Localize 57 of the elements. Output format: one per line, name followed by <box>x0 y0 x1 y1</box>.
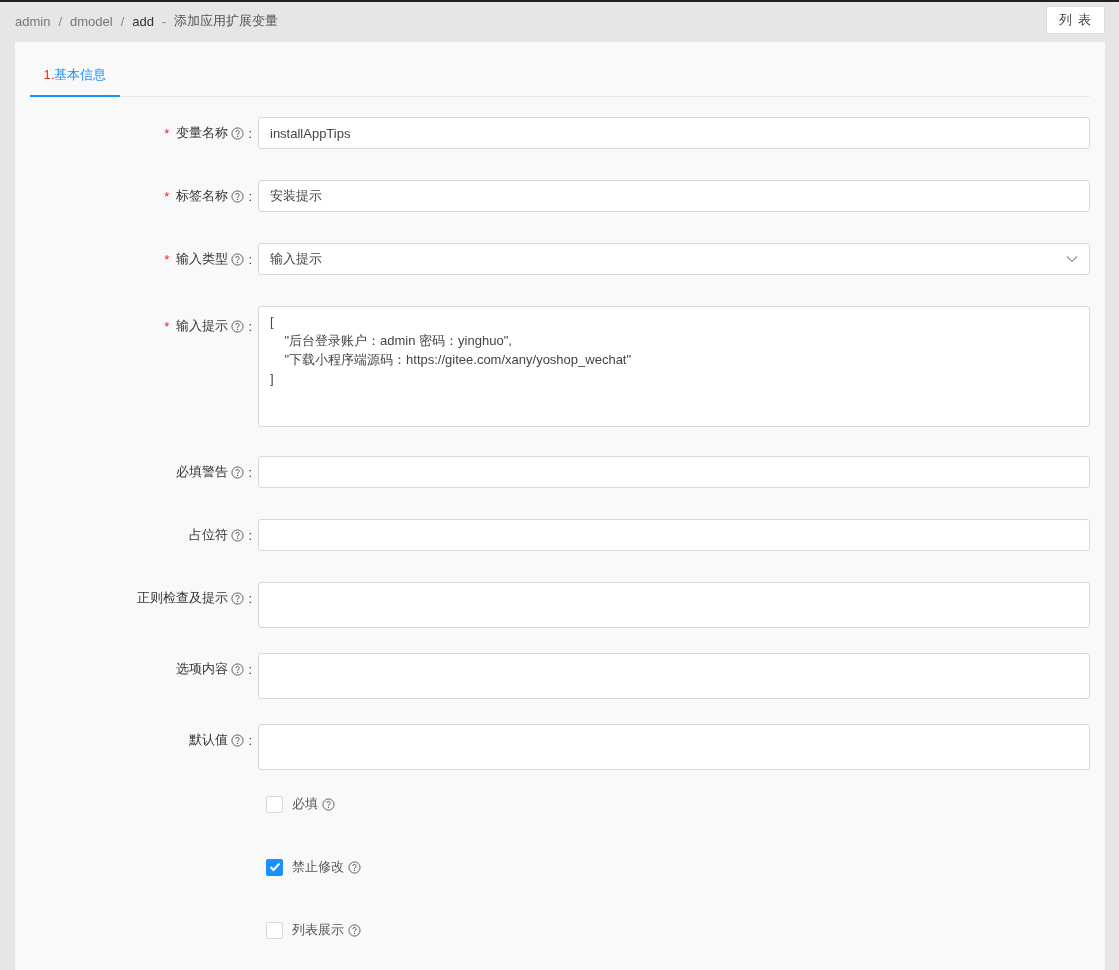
colon: : <box>248 125 252 141</box>
help-icon[interactable] <box>231 591 245 605</box>
input-field[interactable] <box>258 519 1090 551</box>
tab[interactable]: 1.基本信息 <box>30 66 120 97</box>
field-label: 标签名称 <box>176 187 229 205</box>
help-icon[interactable] <box>231 733 245 747</box>
colon: : <box>248 732 252 748</box>
help-icon[interactable] <box>231 189 245 203</box>
checkbox-label: 禁止修改 <box>292 858 344 876</box>
textarea-field[interactable] <box>258 653 1090 699</box>
textarea-field[interactable] <box>258 582 1090 628</box>
checkbox[interactable] <box>266 858 283 876</box>
help-icon[interactable] <box>348 923 361 937</box>
title-separator: - <box>162 13 167 29</box>
input-field[interactable]: 安装提示 <box>258 180 1090 212</box>
input-field[interactable]: installAppTips <box>258 117 1090 149</box>
field-label: 默认值 <box>189 731 229 749</box>
required-mark: * <box>164 125 170 141</box>
select-field[interactable]: 输入提示 <box>258 243 1090 275</box>
page-title: 添加应用扩展变量 <box>174 12 279 30</box>
help-icon[interactable] <box>348 860 361 874</box>
required-mark: * <box>164 318 170 334</box>
colon: : <box>248 464 252 480</box>
colon: : <box>248 188 252 204</box>
breadcrumb-item[interactable]: dmodel <box>70 13 113 29</box>
field-label: 正则检查及提示 <box>137 589 229 607</box>
help-icon[interactable] <box>231 528 245 542</box>
breadcrumb-item[interactable]: add <box>132 13 154 29</box>
colon: : <box>248 527 252 543</box>
field-label: 变量名称 <box>176 124 229 142</box>
textarea-field[interactable] <box>258 724 1090 770</box>
colon: : <box>248 661 252 677</box>
field-label: 必填警告 <box>176 463 229 481</box>
breadcrumb-item[interactable]: admin <box>15 13 51 29</box>
list-button[interactable]: 列 表 <box>1046 6 1105 34</box>
breadcrumb-separator: / <box>58 13 63 29</box>
chevron-down-icon <box>1066 255 1078 263</box>
help-icon[interactable] <box>231 252 245 266</box>
colon: : <box>248 251 252 267</box>
breadcrumb-separator: / <box>120 13 125 29</box>
input-field[interactable] <box>258 456 1090 488</box>
help-icon[interactable] <box>322 797 335 811</box>
help-icon[interactable] <box>231 126 245 140</box>
help-icon[interactable] <box>231 662 245 676</box>
help-icon[interactable] <box>231 319 245 333</box>
field-label: 输入提示 <box>176 317 229 335</box>
required-mark: * <box>164 188 170 204</box>
checkbox-label: 列表展示 <box>292 921 344 939</box>
field-label: 输入类型 <box>176 250 229 268</box>
help-icon[interactable] <box>231 465 245 479</box>
required-mark: * <box>164 251 170 267</box>
colon: : <box>248 590 252 606</box>
colon: : <box>248 318 252 334</box>
checkbox-label: 必填 <box>292 795 318 813</box>
field-label: 占位符 <box>189 526 229 544</box>
textarea-field[interactable]: [ "后台登录账户：admin 密码：yinghuo", "下载小程序端源码：https://gitee.com/xany/yoshop_wechat" ] <box>258 306 1090 427</box>
field-label: 选项内容 <box>176 660 229 678</box>
